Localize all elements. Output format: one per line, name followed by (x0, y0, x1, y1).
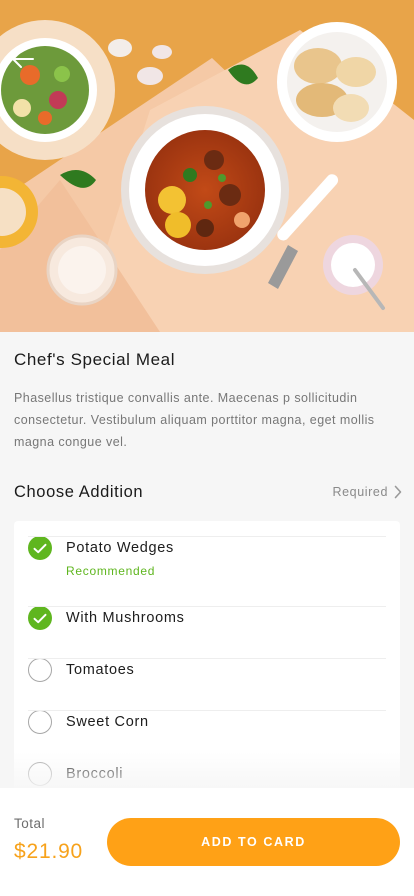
option-tomatoes[interactable]: Tomatoes (28, 658, 386, 710)
option-label: Sweet Corn (66, 714, 149, 730)
option-sweet-corn[interactable]: Sweet Corn (28, 710, 386, 762)
option-label: With Mushrooms (66, 610, 185, 626)
option-label: Broccoli (66, 766, 124, 782)
checkmark-icon (33, 613, 47, 623)
option-label: Tomatoes (66, 662, 135, 678)
total-label: Total (14, 816, 46, 831)
additions-header: Choose Addition Required (14, 480, 402, 504)
option-potato-wedges[interactable]: Potato Wedges Recommended (28, 536, 386, 606)
required-link[interactable]: Required (332, 485, 402, 499)
unchecked-circle-icon[interactable] (28, 762, 52, 786)
meal-photo-illustration (0, 0, 414, 332)
unchecked-circle-icon[interactable] (28, 710, 52, 734)
unchecked-circle-icon[interactable] (28, 658, 52, 682)
additions-title: Choose Addition (14, 482, 144, 501)
option-label: Potato Wedges (66, 540, 174, 556)
product-title: Chef's Special Meal (14, 350, 176, 369)
product-description: Phasellus tristique convallis ante. Maec… (14, 391, 375, 449)
back-button[interactable] (6, 42, 40, 76)
checked-icon[interactable] (28, 536, 52, 560)
required-label: Required (332, 485, 388, 499)
add-to-card-button[interactable]: ADD TO CARD (107, 818, 400, 866)
arrow-left-icon (12, 50, 34, 68)
checkmark-icon (33, 543, 47, 553)
option-with-mushrooms[interactable]: With Mushrooms (28, 606, 386, 660)
chevron-right-icon (394, 485, 402, 499)
checked-icon[interactable] (28, 606, 52, 630)
additions-list: Potato Wedges Recommended With Mushrooms… (14, 521, 400, 801)
recommended-label: Recommended (66, 564, 156, 578)
meal-photo (0, 0, 414, 332)
meal-detail-screen: Chef's Special Meal Phasellus tristique … (0, 0, 414, 896)
total-price: $21.90 (14, 840, 84, 863)
